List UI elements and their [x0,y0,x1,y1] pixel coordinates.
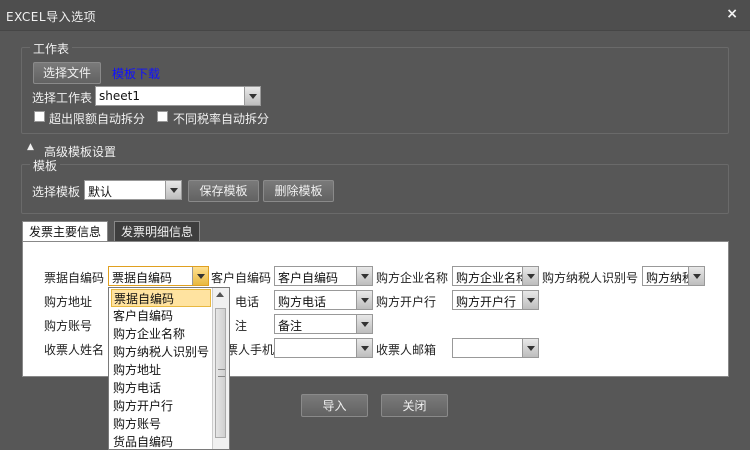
dropdown-scrollbar[interactable] [212,288,229,449]
bill-code-select[interactable]: 票据自编码 [108,266,209,286]
receiver-phone-select[interactable] [274,338,373,358]
customer-code-select[interactable]: 客户自编码 [274,266,373,286]
chevron-down-icon[interactable] [356,315,372,333]
select-sheet-label: 选择工作表 [32,91,93,105]
dropdown-option[interactable]: 购方账号 [111,415,213,433]
template-legend: 模板 [30,157,61,174]
buyer-bank-select[interactable]: 购方开户行 [452,290,539,310]
customer-code-label: 客户自编码 [211,271,272,285]
dropdown-option[interactable]: 购方地址 [111,361,213,379]
bill-code-dropdown-list[interactable]: 票据自编码 客户自编码 购方企业名称 购方纳税人识别号 购方地址 购方电话 购方… [108,287,230,450]
tab-main-info[interactable]: 发票主要信息 [22,221,109,243]
chevron-down-icon[interactable] [522,339,538,357]
choose-file-button[interactable]: 选择文件 [33,62,101,84]
chevron-down-icon[interactable] [522,267,538,285]
buyer-name-value: 购方企业名称 [456,271,524,285]
dropdown-option[interactable]: 客户自编码 [111,307,213,325]
chevron-down-icon[interactable] [192,267,208,285]
title-bar: EXCEL导入选项 × [0,0,750,31]
grip-icon [218,369,225,377]
tab-detail-info[interactable]: 发票明细信息 [114,221,201,242]
auto-split-tax-checkbox[interactable] [157,111,168,122]
dropdown-option[interactable]: 购方企业名称 [111,325,213,343]
bill-code-label: 票据自编码 [44,271,105,285]
window-title: EXCEL导入选项 [6,10,97,24]
buyer-phone-label: 电话 [235,295,260,309]
sheet-select[interactable]: sheet1 [95,86,261,106]
buyer-account-label: 购方账号 [44,319,93,333]
buyer-name-select[interactable]: 购方企业名称 [452,266,539,286]
scrollbar-thumb[interactable] [215,308,226,438]
scroll-up-icon[interactable] [216,292,224,297]
sheet-select-value: sheet1 [99,89,140,103]
dropdown-option[interactable]: 购方电话 [111,379,213,397]
delete-template-button[interactable]: 删除模板 [263,180,334,202]
receiver-email-select[interactable] [452,338,539,358]
dropdown-option[interactable]: 购方纳税人识别号 [111,343,213,361]
buyer-taxid-select[interactable]: 购方纳税 [642,266,705,286]
bill-code-value: 票据自编码 [112,271,173,285]
chevron-down-icon[interactable] [688,267,704,285]
chevron-down-icon[interactable] [356,267,372,285]
buyer-taxid-value: 购方纳税 [646,271,690,285]
auto-split-tax-label: 不同税率自动拆分 [173,112,270,126]
save-template-button[interactable]: 保存模板 [188,180,259,202]
remark-label: 注 [235,319,248,333]
buyer-bank-value: 购方开户行 [456,295,517,309]
close-icon[interactable]: × [726,6,738,22]
chevron-down-icon[interactable] [356,339,372,357]
caret-up-icon[interactable]: ▲ [27,142,34,152]
import-button[interactable]: 导入 [301,394,368,417]
receiver-email-label: 收票人邮箱 [376,343,437,357]
template-download-link[interactable]: 模板下载 [112,65,160,82]
close-button[interactable]: 关闭 [381,394,448,417]
template-select-value: 默认 [88,185,113,199]
receiver-name-label: 收票人姓名 [44,343,105,357]
buyer-name-label: 购方企业名称 [376,271,449,285]
auto-split-limit-checkbox[interactable] [34,111,45,122]
dropdown-option[interactable]: 货品自编码 [111,433,213,449]
buyer-phone-select[interactable]: 购方电话 [274,290,373,310]
chevron-down-icon[interactable] [165,181,181,199]
buyer-phone-value: 购方电话 [278,295,327,309]
dropdown-option[interactable]: 票据自编码 [111,289,211,307]
auto-split-limit-label: 超出限额自动拆分 [49,112,146,126]
worksheet-legend: 工作表 [30,40,73,57]
buyer-address-label: 购方地址 [44,295,93,309]
buyer-taxid-label: 购方纳税人识别号 [542,271,639,285]
buyer-bank-label: 购方开户行 [376,295,437,309]
select-template-label: 选择模板 [32,185,81,199]
customer-code-value: 客户自编码 [278,271,339,285]
remark-value: 备注 [278,319,303,333]
remark-select[interactable]: 备注 [274,314,373,334]
receiver-phone-label: 票人手机 [226,343,275,357]
chevron-down-icon[interactable] [522,291,538,309]
template-select[interactable]: 默认 [84,180,182,200]
chevron-down-icon[interactable] [356,291,372,309]
chevron-down-icon[interactable] [244,87,260,105]
dropdown-option[interactable]: 购方开户行 [111,397,213,415]
